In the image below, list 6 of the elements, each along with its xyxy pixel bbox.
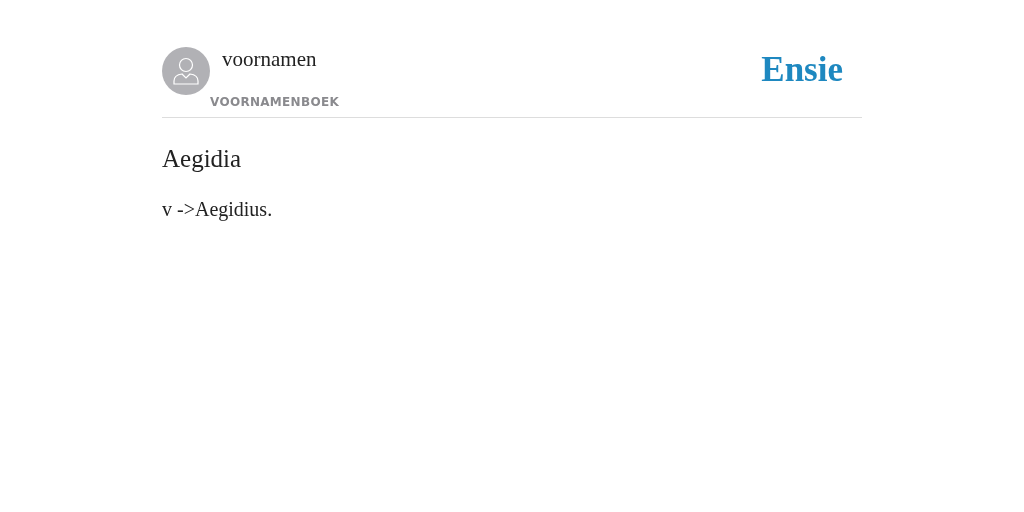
entry-title: Aegidia [162, 144, 243, 174]
source-label[interactable]: VOORNAMENBOEK [210, 93, 339, 111]
author-name[interactable]: voornamen [222, 47, 317, 71]
logo[interactable]: Ensie [761, 50, 843, 111]
entry-body: v ->Aegidius. [162, 196, 274, 223]
avatar-icon [162, 47, 210, 95]
